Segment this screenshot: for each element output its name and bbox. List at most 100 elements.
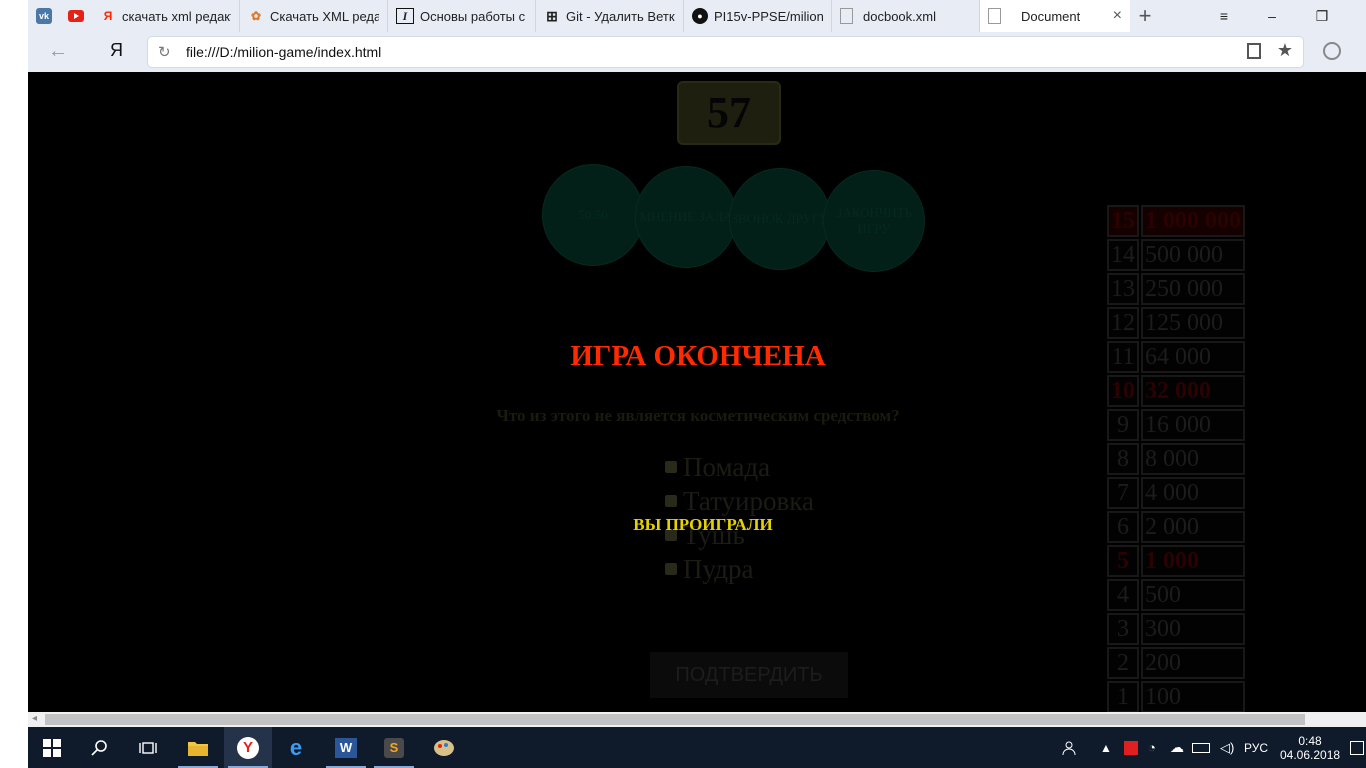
scrollbar-thumb[interactable] (45, 714, 1305, 725)
people-icon[interactable] (1062, 727, 1078, 768)
tab-6[interactable]: docbook.xml (832, 0, 980, 32)
taskbar-file-explorer[interactable] (174, 727, 222, 768)
language-indicator[interactable]: РУС (1244, 727, 1268, 768)
answer-label: Татуировка (683, 485, 814, 516)
prize-amount: 500 000 (1141, 239, 1245, 271)
wifi-icon[interactable]: ◔ (1148, 727, 1156, 768)
prize-amount: 500 (1141, 579, 1245, 611)
pinned-tab-youtube[interactable] (60, 0, 92, 32)
word-icon: W (335, 737, 357, 758)
tab-title: скачать xml редакт (122, 8, 231, 24)
github-icon: ● (692, 8, 708, 24)
taskbar-paint[interactable] (420, 727, 468, 768)
prize-row: 62 000 (1107, 511, 1245, 543)
radio-icon[interactable] (665, 563, 677, 575)
tab-title: Git - Удалить Ветку (566, 8, 675, 24)
prize-level: 7 (1107, 477, 1139, 509)
prize-row: 15 1 000 000 (1107, 205, 1245, 237)
battery-icon[interactable] (1192, 727, 1210, 768)
restore-button[interactable]: ❐ (1298, 0, 1346, 32)
answer-option[interactable]: Помада (665, 450, 814, 484)
prize-row: 88 000 (1107, 443, 1245, 475)
tray-chevron-up-icon[interactable]: ▲ (1100, 727, 1112, 768)
lifeline-fifty-fifty[interactable]: 50:50 (542, 164, 644, 266)
prize-level: 5 (1107, 545, 1139, 577)
prize-amount: 300 (1141, 613, 1245, 645)
volume-icon[interactable]: ◁) (1220, 727, 1234, 768)
vk-icon: vk (36, 8, 52, 24)
globe-icon[interactable] (1323, 42, 1341, 60)
prize-row: 14 500 000 (1107, 239, 1245, 271)
prize-amount: 2 000 (1141, 511, 1245, 543)
lifeline-end-game[interactable]: ЗАКОНЧИТЬ ИГРУ (823, 170, 925, 272)
radio-icon[interactable] (665, 461, 677, 473)
yandex-home-button[interactable]: Я (110, 40, 123, 61)
taskbar-yandex-browser[interactable]: Y (224, 727, 272, 768)
tab-title: docbook.xml (863, 8, 936, 24)
answer-label: Помада (683, 451, 771, 482)
lifeline-phone-friend[interactable]: ЗВОНОК ДРУГУ (729, 168, 831, 270)
prize-amount: 100 (1141, 681, 1245, 712)
taskbar-edge[interactable]: e (272, 727, 320, 768)
close-tab-icon[interactable]: × (1113, 7, 1122, 25)
prize-row: 2 200 (1107, 647, 1245, 679)
prize-level: 8 (1107, 443, 1139, 475)
confirm-button[interactable]: ПОДТВЕРДИТЬ (650, 652, 848, 698)
prize-row: 9 16 000 (1107, 409, 1245, 441)
back-arrow-icon[interactable]: ← (48, 40, 68, 63)
desktop-edge (0, 0, 28, 768)
url-text[interactable]: file:///D:/milion-game/index.html (186, 44, 381, 60)
cloud-icon[interactable]: ☁ (1170, 727, 1184, 768)
tab-2[interactable]: ✿ Скачать XML редак (240, 0, 388, 32)
search-button[interactable] (76, 727, 124, 768)
tab-1[interactable]: Я скачать xml редакт (92, 0, 240, 32)
minimize-button[interactable]: – (1248, 0, 1296, 32)
taskbar-sublime[interactable]: S (370, 727, 418, 768)
url-field[interactable]: ↻ file:///D:/milion-game/index.html ★ (148, 37, 1303, 67)
answer-option[interactable]: Татуировка (665, 484, 814, 518)
answer-option[interactable]: Пудра (665, 552, 814, 586)
horizontal-scrollbar[interactable]: ◂ (28, 712, 1366, 727)
prize-row: 13 250 000 (1107, 273, 1245, 305)
clock-date: 04.06.2018 (1280, 747, 1341, 762)
prize-amount: 4 000 (1141, 477, 1245, 509)
prize-level: 11 (1107, 341, 1139, 373)
tab-3[interactable]: I Основы работы с Г (388, 0, 536, 32)
task-view-button[interactable] (124, 727, 172, 768)
prize-level: 1 (1107, 681, 1139, 712)
radio-icon[interactable] (665, 495, 677, 507)
timer-display: 57 (677, 81, 781, 145)
browser-menu-button[interactable]: ≡ (1200, 0, 1248, 32)
lifeline-label: ЗВОНОК ДРУГУ (731, 211, 829, 226)
document-icon (840, 8, 853, 24)
tab-7-active[interactable]: Document × (980, 0, 1130, 32)
prize-level: 6 (1107, 511, 1139, 543)
prize-level: 4 (1107, 579, 1139, 611)
browser-tab-bar: vk Я скачать xml редакт ✿ Скачать XML ре… (28, 0, 1366, 32)
prize-level: 14 (1107, 239, 1139, 271)
tab-5[interactable]: ● PI15v-PPSE/milion- (684, 0, 832, 32)
taskbar-word[interactable]: W (322, 727, 370, 768)
prize-row: 1 100 (1107, 681, 1245, 712)
reader-mode-icon[interactable] (1247, 43, 1261, 59)
prize-amount: 32 000 (1141, 375, 1245, 407)
search-icon (91, 739, 107, 756)
tab-4[interactable]: ⊞ Git - Удалить Ветку (536, 0, 684, 32)
prize-level: 3 (1107, 613, 1139, 645)
yandex-browser-icon: Y (237, 736, 259, 759)
lifeline-audience[interactable]: МНЕНИЕ ЗАЛА (635, 166, 737, 268)
prize-ladder: 15 1 000 000 14 500 000 13 250 000 12 125 000 11… (1105, 203, 1247, 712)
pinned-tab-vk[interactable]: vk (28, 0, 60, 32)
notifications-icon[interactable] (1350, 727, 1364, 768)
clock[interactable]: 0:48 04.06.2018 (1280, 727, 1340, 768)
bookmark-star-icon[interactable]: ★ (1277, 40, 1293, 61)
folder-icon (188, 741, 208, 756)
scroll-left-arrow-icon[interactable]: ◂ (32, 713, 37, 724)
new-tab-button[interactable]: + (1130, 3, 1160, 29)
prize-row: 4 500 (1107, 579, 1245, 611)
reload-icon[interactable]: ↻ (158, 43, 171, 61)
prize-level: 15 (1107, 205, 1139, 237)
pdf-reader-tray-icon[interactable] (1124, 727, 1138, 768)
sublime-text-icon: S (384, 737, 404, 758)
start-button[interactable] (28, 727, 76, 768)
